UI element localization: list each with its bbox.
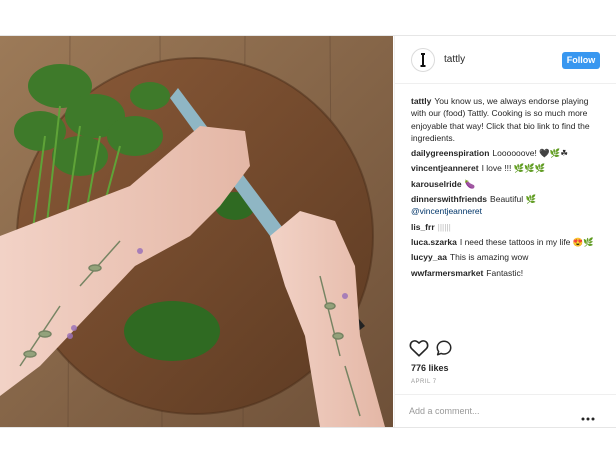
comment-text: This is amazing wow	[449, 252, 529, 263]
comment-item: luca.szarka I need these tattoos in my li…	[411, 236, 603, 248]
post-photo[interactable]	[0, 36, 393, 427]
instagram-post: tattly Follow tattly You know us, we alwa…	[0, 35, 616, 428]
comment-item: dinnerswithfriends Beautiful 🌿 @vincentjea…	[411, 193, 603, 218]
comment-item: lucyy_aa This is amazing wow	[411, 251, 603, 263]
comment-text: 🍆	[464, 178, 476, 189]
comment-text: I love !!! 🌿🌿🌿	[481, 163, 546, 174]
comment-username[interactable]: lis_frr	[411, 222, 435, 232]
comment-username[interactable]: luca.szarka	[411, 237, 457, 247]
caption: tattly You know us, we always endorse pla…	[411, 95, 603, 144]
post-actions	[409, 339, 469, 359]
comment-item: vincentjeanneret I love !!! 🌿🌿🌿	[411, 162, 603, 174]
comment-username[interactable]: karouselride	[411, 179, 462, 189]
post-sidebar: tattly Follow tattly You know us, we alwa…	[394, 36, 616, 427]
comment-item: dailygreenspiration Loooooove! 🖤🌿☘	[411, 147, 603, 159]
comment-input[interactable]	[409, 403, 569, 419]
comment-item: lis_frr ||||||	[411, 221, 603, 233]
comment-username[interactable]: dailygreenspiration	[411, 148, 489, 158]
like-count[interactable]: 776 likes	[411, 363, 449, 373]
comment-mention-link[interactable]: @vincentjeanneret	[411, 206, 482, 216]
more-options-icon[interactable]	[581, 408, 595, 426]
avatar[interactable]	[411, 48, 435, 72]
tattly-logo-icon	[420, 53, 426, 67]
comment-icon[interactable]	[435, 339, 453, 362]
caption-username[interactable]: tattly	[411, 96, 431, 106]
comment-username[interactable]: vincentjeanneret	[411, 163, 479, 173]
heart-icon[interactable]	[409, 339, 429, 362]
comment-text: Fantastic!	[486, 267, 524, 278]
comment-username[interactable]: dinnerswithfriends	[411, 194, 487, 204]
comment-text: Beautiful 🌿	[490, 194, 537, 205]
comment-list: tattly You know us, we always endorse pla…	[411, 95, 603, 282]
comment-item: karouselride 🍆	[411, 178, 603, 190]
comment-username[interactable]: lucyy_aa	[411, 252, 447, 262]
comment-text: ||||||	[437, 221, 451, 232]
post-image-illustration	[0, 36, 393, 427]
comment-text: Loooooove! 🖤🌿☘	[492, 148, 569, 159]
comment-text: I need these tattoos in my life 😍🌿	[459, 236, 594, 247]
post-header: tattly Follow	[395, 36, 616, 84]
post-date: APRIL 7	[411, 379, 437, 385]
comment-item: wwfarmersmarket Fantastic!	[411, 267, 603, 279]
follow-button[interactable]: Follow	[562, 52, 600, 69]
caption-text: You know us, we always endorse playing w…	[411, 96, 590, 143]
comment-username[interactable]: wwfarmersmarket	[411, 268, 483, 278]
post-username[interactable]: tattly	[444, 54, 465, 65]
add-comment-bar	[395, 394, 616, 427]
